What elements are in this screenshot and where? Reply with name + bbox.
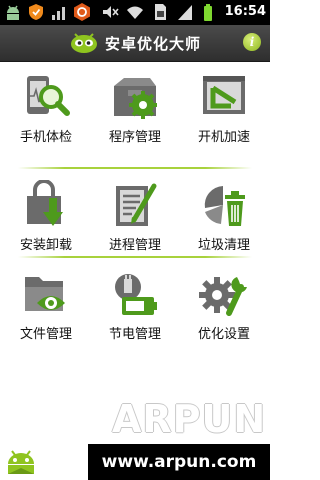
menu-item-app-manager[interactable]: 程序管理 [93, 62, 177, 150]
menu-item-install-uninstall[interactable]: 安装卸载 [4, 170, 88, 258]
android-logo-icon [70, 33, 97, 53]
file-manager-icon [25, 277, 65, 311]
hexagon-app-icon [74, 3, 90, 21]
menu-item-label: 优化设置 [197, 327, 250, 342]
menu-item-phone-checkup[interactable]: 手机体检 [4, 62, 88, 150]
settings-icon [199, 277, 247, 316]
menu-item-power-saving[interactable]: 节电管理 [93, 259, 177, 347]
boot-speed-icon [203, 76, 245, 114]
menu-item-label: 开机加速 [197, 130, 250, 145]
menu-item-junk-clean[interactable]: 垃圾清理 [182, 170, 266, 258]
menu-item-boot-speed[interactable]: 开机加速 [182, 62, 266, 150]
menu-item-label: 进程管理 [108, 238, 161, 253]
mute-icon [102, 6, 119, 18]
battery-icon [203, 4, 212, 21]
menu-item-settings[interactable]: 优化设置 [182, 259, 266, 347]
junk-clean-icon [204, 186, 245, 226]
android-debug-icon [7, 5, 19, 20]
menu-item-label: 文件管理 [19, 327, 72, 342]
menu-item-label: 程序管理 [108, 130, 161, 145]
menu-item-file-manager[interactable]: 文件管理 [4, 259, 88, 347]
shield-icon [29, 4, 43, 20]
menu-item-process-manager[interactable]: 进程管理 [93, 170, 177, 258]
watermark-url: www.arpun.com [88, 444, 270, 480]
feature-row: 手机体检 程序管理 开机加速 [0, 62, 270, 150]
android-mascot-icon [8, 450, 34, 474]
phone-checkup-icon [27, 76, 70, 116]
info-button[interactable]: i [243, 33, 261, 51]
sim-icon [154, 4, 166, 20]
clock: 16:54 [224, 4, 266, 19]
app-manager-icon [114, 78, 157, 119]
menu-item-label: 垃圾清理 [197, 238, 250, 253]
menu-item-label: 节电管理 [108, 327, 161, 342]
menu-item-label: 安装卸载 [19, 238, 72, 253]
feature-row: 安装卸载 进程管理 垃圾清理 [0, 170, 270, 258]
separator [18, 256, 252, 258]
feature-row: 文件管理 节电管理 优化设置 [0, 259, 270, 347]
process-manager-icon [116, 183, 157, 226]
status-bar: 16:54 [0, 0, 270, 25]
signal-icon [52, 7, 65, 20]
watermark-text: ARPUN [112, 397, 267, 441]
cell-signal-icon [177, 5, 192, 20]
power-saving-icon [115, 274, 157, 315]
wifi-icon [126, 6, 143, 19]
separator [18, 167, 252, 169]
title-bar: 安卓优化大师 i [0, 25, 270, 62]
page-title: 安卓优化大师 [104, 34, 201, 53]
menu-item-label: 手机体检 [19, 130, 72, 145]
install-uninstall-icon [27, 180, 63, 226]
